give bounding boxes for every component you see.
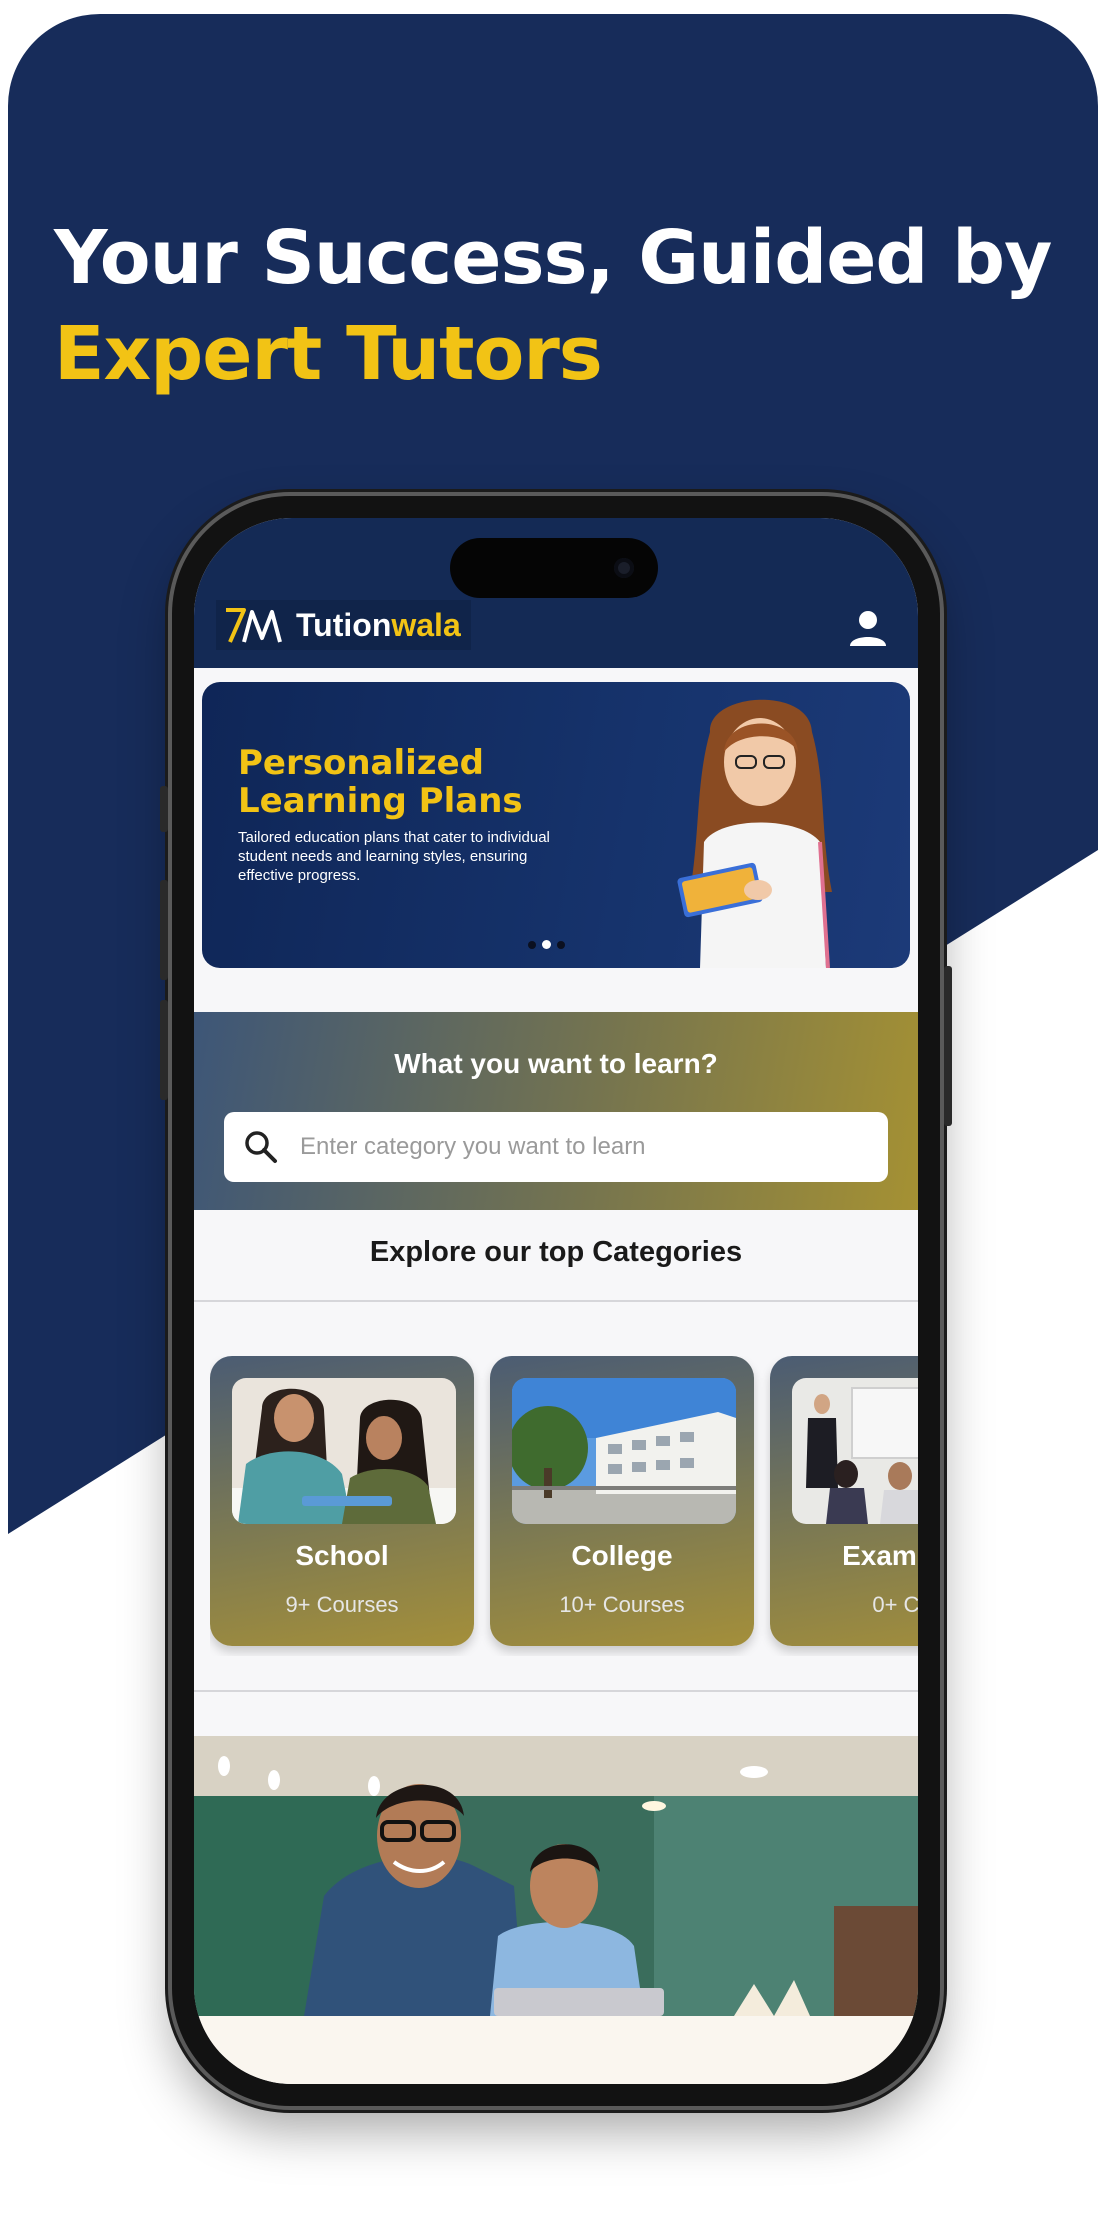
phone-action-button: [160, 786, 168, 832]
search-input[interactable]: [300, 1133, 860, 1161]
carousel-dot[interactable]: [557, 940, 565, 949]
category-name: Exam Co: [842, 1540, 918, 1571]
category-name: College: [571, 1540, 673, 1571]
banner-title: Personalized Learning Plans: [238, 743, 523, 821]
category-course-count: 9+ Courses: [285, 1592, 399, 1617]
banner-description: Tailored education plans that cater to i…: [238, 829, 550, 884]
phone-volume-down: [160, 1000, 168, 1100]
phone-mockup: Tutionwala Personalized Learning Plans T…: [160, 496, 952, 2106]
search-section: What you want to learn?: [194, 1012, 918, 1210]
profile-icon[interactable]: [846, 606, 890, 650]
category-card-exam[interactable]: Exam Co 0+ Co: [770, 1356, 918, 1646]
categories-carousel[interactable]: School 9+ Courses College 10+ Courses Ex…: [210, 1356, 918, 1656]
phone-volume-up: [160, 880, 168, 980]
carousel-dot[interactable]: [528, 940, 536, 949]
search-heading: What you want to learn?: [394, 1048, 718, 1079]
search-box[interactable]: [224, 1112, 888, 1182]
divider: [194, 1300, 918, 1302]
student-with-notebook-image: [677, 699, 832, 968]
logo-mark-icon: [226, 608, 282, 643]
headline-line-1: Your Success, Guided by: [54, 215, 1052, 301]
college-photo-icon: [512, 1378, 736, 1524]
carousel-indicator[interactable]: [528, 940, 565, 949]
category-name: School: [295, 1540, 389, 1571]
headline-line-2: Expert Tutors: [54, 311, 603, 397]
brand-name: Tutionwala: [296, 606, 461, 643]
phone-screen: Tutionwala Personalized Learning Plans T…: [194, 518, 918, 2084]
divider: [194, 1690, 918, 1692]
exam-photo-icon: [792, 1378, 918, 1524]
category-card-college[interactable]: College 10+ Courses: [490, 1356, 754, 1646]
category-course-count: 0+ Co: [872, 1592, 918, 1617]
categories-heading: Explore our top Categories: [369, 1236, 743, 1268]
school-photo-icon: [232, 1378, 456, 1524]
promo-banner-carousel[interactable]: Personalized Learning Plans Tailored edu…: [202, 682, 910, 968]
app-logo[interactable]: Tutionwala: [216, 600, 471, 650]
promo-headline: Your Success, Guided by Expert Tutors: [54, 210, 1074, 402]
phone-power-button: [944, 966, 952, 1126]
search-icon: [245, 1131, 277, 1163]
bottom-area: [194, 2016, 918, 2084]
category-card-school[interactable]: School 9+ Courses: [210, 1356, 474, 1646]
tutor-with-student-image: [194, 1736, 918, 2016]
dynamic-island: [450, 538, 658, 598]
carousel-dot-active[interactable]: [542, 940, 551, 949]
category-course-count: 10+ Courses: [559, 1592, 685, 1617]
